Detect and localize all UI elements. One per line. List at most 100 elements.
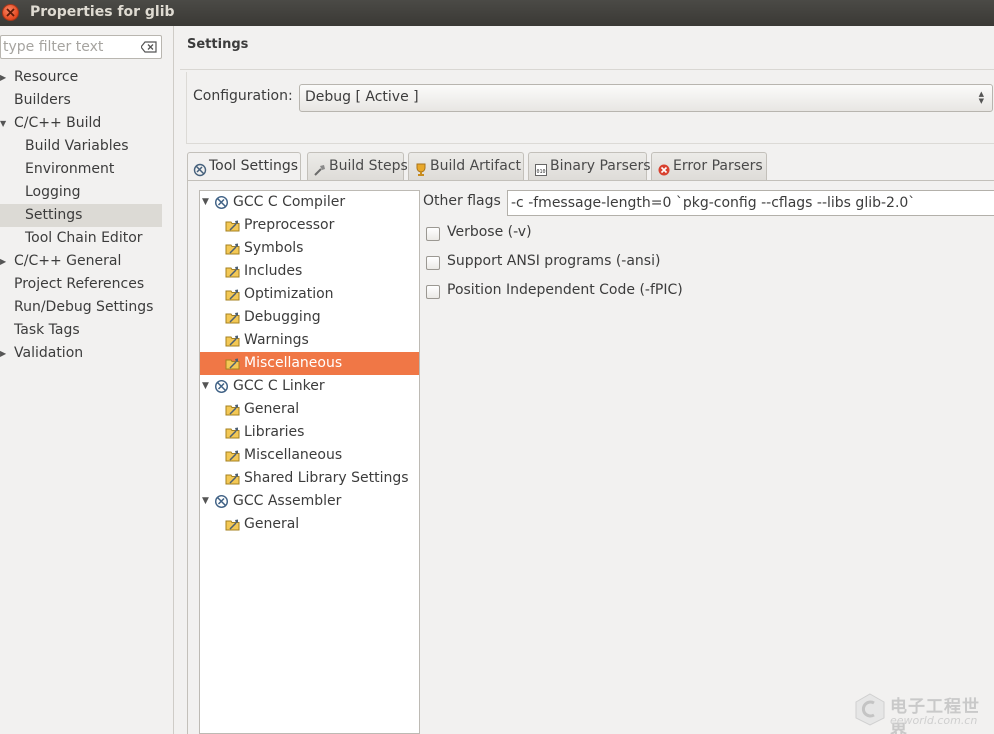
- tree-item-debugging[interactable]: Debugging: [200, 306, 419, 329]
- sidebar-item-label: Settings: [25, 207, 83, 223]
- option-folder-icon: [225, 402, 240, 417]
- tree-item-label: General: [244, 516, 300, 532]
- configuration-select[interactable]: Debug [ Active ] ▲ ▼: [299, 84, 993, 112]
- tree-item-general[interactable]: General: [200, 513, 419, 536]
- configuration-label: Configuration:: [193, 88, 293, 104]
- tab-binary-parsers[interactable]: 010 Binary Parsers: [528, 152, 651, 180]
- sidebar-item-label: C/C++ General: [14, 253, 122, 269]
- tree-item-preprocessor[interactable]: Preprocessor: [200, 214, 419, 237]
- expanded-arrow-icon[interactable]: ▼: [202, 191, 209, 214]
- tree-item-label: Debugging: [244, 309, 321, 325]
- tree-item-warnings[interactable]: Warnings: [200, 329, 419, 352]
- tree-item-label: GCC Assembler: [233, 493, 342, 509]
- close-button[interactable]: [2, 4, 19, 21]
- sidebar-item-environment[interactable]: Environment: [0, 158, 162, 181]
- checkbox-label: Verbose (-v): [447, 224, 532, 240]
- tab-build-steps[interactable]: Build Steps: [307, 152, 408, 180]
- tab-label: Error Parsers: [673, 158, 763, 174]
- tree-item-general[interactable]: General: [200, 398, 419, 421]
- tool-settings-icon: [193, 160, 207, 177]
- checkbox-box[interactable]: [426, 256, 440, 270]
- sidebar-item-task-tags[interactable]: Task Tags: [0, 319, 162, 342]
- sidebar-item-builders[interactable]: Builders: [0, 89, 162, 112]
- tree-item-shared-library-settings[interactable]: Shared Library Settings: [200, 467, 419, 490]
- sidebar-item-label: Task Tags: [14, 322, 80, 338]
- sidebar-item-project-references[interactable]: Project References: [0, 273, 162, 296]
- option-folder-icon: [225, 356, 240, 371]
- tree-item-label: Miscellaneous: [244, 447, 343, 463]
- sidebar-item-label: Builders: [14, 92, 71, 108]
- other-flags-value: -c -fmessage-length=0 `pkg-config --cfla…: [511, 195, 916, 211]
- tree-item-optimization[interactable]: Optimization: [200, 283, 419, 306]
- sidebar-item-label: Build Variables: [25, 138, 129, 154]
- option-folder-icon: [225, 287, 240, 302]
- gcc-tool-icon: [214, 195, 229, 210]
- option-folder-icon: [225, 218, 240, 233]
- tree-item-label: GCC C Linker: [233, 378, 325, 394]
- option-folder-icon: [225, 241, 240, 256]
- tab-label: Build Steps: [329, 158, 408, 174]
- gcc-tool-icon: [214, 494, 229, 509]
- tab-tool-settings[interactable]: Tool Settings: [187, 152, 301, 181]
- eeworld-logo-icon: [855, 693, 885, 726]
- tree-item-label: Shared Library Settings: [244, 470, 409, 486]
- tree-tool-gcc-c-compiler[interactable]: ▼ GCC C Compiler: [200, 191, 419, 214]
- tree-item-label: Optimization: [244, 286, 334, 302]
- tree-item-label: Libraries: [244, 424, 305, 440]
- tab-label: Tool Settings: [209, 158, 299, 174]
- other-flags-label: Other flags: [423, 193, 501, 209]
- tree-item-label: Miscellaneous: [244, 355, 343, 371]
- sidebar-item-tool-chain-editor[interactable]: Tool Chain Editor: [0, 227, 162, 250]
- sidebar-item-validation[interactable]: ▶ Validation: [0, 342, 162, 365]
- build-steps-icon: [313, 160, 327, 176]
- sidebar-item-logging[interactable]: Logging: [0, 181, 162, 204]
- tree-item-libraries[interactable]: Libraries: [200, 421, 419, 444]
- page-title: Settings: [187, 37, 249, 52]
- collapsed-arrow-icon[interactable]: ▶: [0, 250, 8, 273]
- expanded-arrow-icon[interactable]: ▼: [202, 490, 209, 513]
- sidebar-item-c-c-general[interactable]: ▶ C/C++ General: [0, 250, 162, 273]
- binary-icon: 010: [534, 160, 548, 176]
- tree-item-miscellaneous[interactable]: Miscellaneous: [200, 444, 419, 467]
- sidebar-item-resource[interactable]: ▶ Resource: [0, 66, 162, 89]
- preferences-sidebar: type filter text ▶ Resource Builders ▼ C/C++…: [0, 26, 174, 734]
- checkbox-label: Position Independent Code (-fPIC): [447, 282, 683, 298]
- checkbox-label: Support ANSI programs (-ansi): [447, 253, 661, 269]
- checkbox-box[interactable]: [426, 285, 440, 299]
- expanded-arrow-icon[interactable]: ▼: [202, 375, 209, 398]
- error-icon: [657, 160, 671, 176]
- settings-page: Settings Configuration: Debug [ Active ]…: [174, 26, 994, 734]
- tree-item-includes[interactable]: Includes: [200, 260, 419, 283]
- tree-tool-gcc-c-linker[interactable]: ▼ GCC C Linker: [200, 375, 419, 398]
- other-flags-input[interactable]: -c -fmessage-length=0 `pkg-config --cfla…: [507, 190, 994, 216]
- tree-item-miscellaneous[interactable]: Miscellaneous: [200, 352, 419, 375]
- tree-item-label: Warnings: [244, 332, 309, 348]
- sidebar-item-run-debug-settings[interactable]: Run/Debug Settings: [0, 296, 162, 319]
- expanded-arrow-icon[interactable]: ▼: [0, 112, 8, 135]
- option-folder-icon: [225, 471, 240, 486]
- filter-input[interactable]: type filter text: [0, 35, 162, 59]
- title-bar: Properties for glib: [0, 0, 994, 26]
- option-folder-icon: [225, 333, 240, 348]
- sidebar-item-settings[interactable]: Settings: [0, 204, 162, 227]
- svg-text:010: 010: [537, 169, 546, 175]
- collapsed-arrow-icon[interactable]: ▶: [0, 342, 8, 365]
- checkbox-box[interactable]: [426, 227, 440, 241]
- option-folder-icon: [225, 264, 240, 279]
- tree-item-label: GCC C Compiler: [233, 194, 346, 210]
- filter-placeholder: type filter text: [3, 39, 104, 55]
- sidebar-item-label: C/C++ Build: [14, 115, 102, 131]
- sidebar-item-label: Run/Debug Settings: [14, 299, 154, 315]
- sidebar-item-c-c-build[interactable]: ▼ C/C++ Build: [0, 112, 162, 135]
- tab-error-parsers[interactable]: Error Parsers: [651, 152, 767, 180]
- tree-item-symbols[interactable]: Symbols: [200, 237, 419, 260]
- sidebar-item-build-variables[interactable]: Build Variables: [0, 135, 162, 158]
- tree-tool-gcc-assembler[interactable]: ▼ GCC Assembler: [200, 490, 419, 513]
- gcc-tool-icon: [214, 379, 229, 394]
- clear-filter-icon[interactable]: [141, 41, 157, 53]
- sidebar-item-label: Resource: [14, 69, 79, 85]
- tab-build-artifact[interactable]: Build Artifact: [408, 152, 524, 180]
- collapsed-arrow-icon[interactable]: ▶: [0, 66, 8, 89]
- configuration-value: Debug [ Active ]: [305, 89, 419, 105]
- tab-label: Binary Parsers: [550, 158, 651, 174]
